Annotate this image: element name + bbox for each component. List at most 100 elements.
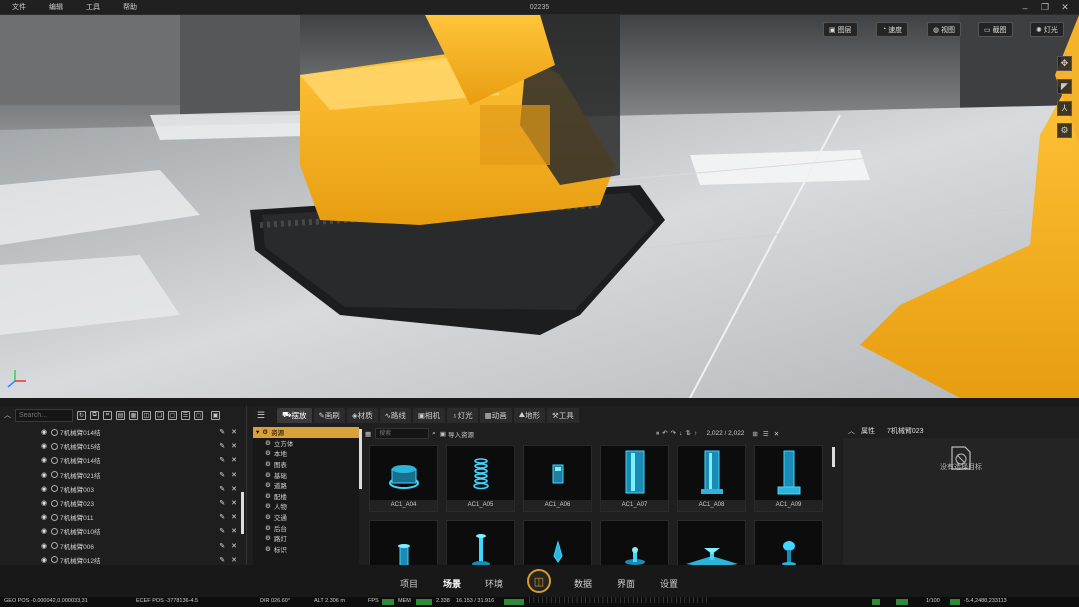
nav-environment[interactable]: 环境 (485, 577, 503, 590)
outliner-scrollbar[interactable] (241, 492, 244, 534)
3d-viewport[interactable]: ▣ 图层 ◔ 速度 ◍ 视图 ▭ 截图 ✺ 灯光 ✥ ◤ ⅄ ⚙ (0, 15, 1079, 398)
grid-view-icon[interactable]: ⊞ (752, 431, 762, 438)
view-button[interactable]: ◍ 视图 (927, 22, 962, 37)
eye-icon[interactable]: ◉ (41, 527, 49, 535)
minimize-icon[interactable]: – (1015, 0, 1035, 15)
category-item[interactable]: ⚙ 交通 (253, 512, 359, 523)
delete-icon[interactable]: ✕ (231, 442, 237, 450)
delete-icon[interactable]: ✕ (231, 513, 237, 521)
eye-icon[interactable]: ◉ (41, 485, 49, 493)
panel-icon[interactable]: ▣ (211, 410, 220, 420)
list-item[interactable]: ◉ 7机械臂014结 ✎ ✕ (0, 425, 247, 439)
image-icon[interactable]: ▦ (129, 410, 138, 420)
maximize-icon[interactable]: ❐ (1035, 0, 1055, 15)
upload-icon[interactable]: ↑ (694, 430, 700, 437)
lock-icon[interactable]: ◫ (142, 410, 151, 420)
home-logo-button[interactable]: ◫ (527, 569, 551, 593)
delete-icon[interactable]: ✕ (231, 456, 237, 464)
asset-tile[interactable]: AC1_A07 (600, 445, 669, 512)
category-item[interactable]: ⚙ 路灯 (253, 533, 359, 544)
copy-icon[interactable]: ❏ (155, 410, 164, 420)
nav-data[interactable]: 数据 (574, 577, 592, 590)
list-item[interactable]: ◉ 7机械臂003 ✎ ✕ (0, 482, 247, 496)
camera-icon[interactable]: ◤ (1057, 79, 1072, 94)
edit-icon[interactable]: ✎ (219, 485, 225, 493)
focus-icon[interactable]: ⌗ (103, 410, 112, 420)
eye-icon[interactable]: ◉ (41, 442, 49, 450)
tab-brush[interactable]: ✎ 画刷 (313, 407, 345, 423)
tab-material[interactable]: ◈ 材质 (346, 407, 378, 423)
edit-icon[interactable]: ✎ (219, 513, 225, 521)
import-button[interactable]: 导入资源 (448, 429, 474, 439)
speed-button[interactable]: ◔ 速度 (876, 22, 909, 37)
refresh-icon[interactable]: ↻ (77, 410, 86, 420)
edit-icon[interactable]: ✎ (219, 542, 225, 550)
tab-tools[interactable]: ⚒ 工具 (547, 407, 579, 423)
eye-icon[interactable]: ◉ (41, 556, 49, 564)
close-icon[interactable]: ✕ (774, 431, 784, 438)
list-item[interactable]: ◉ 7机械臂006 ✎ ✕ (0, 539, 247, 553)
settings-icon[interactable]: ⚙ (1057, 123, 1072, 138)
tab-terrain[interactable]: ⛰ 地形 (513, 407, 546, 423)
delete-icon[interactable]: ✕ (231, 542, 237, 550)
asset-tile[interactable]: AC1_A06 (523, 445, 592, 512)
eye-icon[interactable]: ◉ (41, 428, 49, 436)
asset-tile[interactable]: AC1_A05 (446, 445, 515, 512)
menu-tools[interactable]: 工具 (74, 2, 111, 12)
edit-icon[interactable]: ✎ (219, 499, 225, 507)
list-icon[interactable]: ☰ (181, 410, 190, 420)
category-item[interactable]: ⚙ 立方体 (253, 438, 359, 449)
category-item[interactable]: ⚙ 配楼 (253, 491, 359, 502)
tab-camera[interactable]: ▣ 相机 (412, 407, 445, 423)
delete-icon[interactable]: ✕ (231, 471, 237, 479)
axis-icon[interactable]: ⅄ (1057, 101, 1072, 116)
list-item[interactable]: ◉ 7机械臂023 ✎ ✕ (0, 496, 247, 510)
edit-icon[interactable]: ✎ (219, 527, 225, 535)
eye-icon[interactable]: ◉ (41, 513, 49, 521)
chevron-up-icon[interactable]: ︿ (848, 426, 855, 436)
nav-interface[interactable]: 界面 (617, 577, 635, 590)
edit-icon[interactable]: ✎ (219, 471, 225, 479)
category-item[interactable]: ▾ ⚙ 资源 (253, 427, 359, 438)
category-scrollbar[interactable] (359, 429, 362, 489)
chevron-up-icon[interactable]: ︿ (4, 410, 11, 420)
category-item[interactable]: ⚙ 标识 (253, 544, 359, 555)
sort-icon[interactable]: ⇅ (685, 430, 694, 437)
tab-animation[interactable]: ▦ 动画 (479, 407, 512, 423)
edit-icon[interactable]: ✎ (219, 428, 225, 436)
category-item[interactable]: ⚙ 基础 (253, 469, 359, 480)
asset-tile[interactable]: AC1_A04 (369, 445, 438, 512)
list-item[interactable]: ◉ 7机械臂011 ✎ ✕ (0, 510, 247, 524)
eye-icon[interactable]: ◉ (41, 542, 49, 550)
tab-light[interactable]: ♁ 灯光 (446, 407, 478, 423)
undo-icon[interactable]: ↶ (662, 430, 670, 437)
link-icon[interactable]: ⧉ (90, 410, 99, 420)
search-icon[interactable]: ⌕ (432, 430, 436, 438)
frame-icon[interactable]: ▢ (168, 410, 177, 420)
box-icon[interactable]: ◻ (194, 410, 203, 420)
asset-tile[interactable]: AC1_A09 (754, 445, 823, 512)
menu-edit[interactable]: 编辑 (37, 2, 74, 12)
import-icon[interactable]: ▣ (440, 430, 446, 438)
list-item[interactable]: ◉ 7机械臂021结 ✎ ✕ (0, 468, 247, 482)
screenshot-button[interactable]: ▭ 截图 (978, 22, 1013, 37)
layers-button[interactable]: ▣ 图层 (823, 22, 858, 37)
delete-icon[interactable]: ✕ (231, 556, 237, 564)
category-item[interactable]: ⚙ 人物 (253, 501, 359, 512)
eye-icon[interactable]: ◉ (41, 471, 49, 479)
delete-icon[interactable]: ✕ (231, 499, 237, 507)
lighting-button[interactable]: ✺ 灯光 (1030, 22, 1064, 37)
list-view-icon[interactable]: ☰ (763, 431, 774, 438)
asset-search-input[interactable] (375, 428, 430, 439)
delete-icon[interactable]: ✕ (231, 527, 237, 535)
edit-icon[interactable]: ✎ (219, 456, 225, 464)
asset-scrollbar[interactable] (832, 447, 835, 467)
move-icon[interactable]: ✥ (1057, 56, 1072, 71)
delete-icon[interactable]: ✕ (231, 485, 237, 493)
asset-tile[interactable]: AC1_A08 (677, 445, 746, 512)
delete-icon[interactable]: ✕ (231, 428, 237, 436)
folder-icon[interactable]: ▤ (116, 410, 125, 420)
nav-settings[interactable]: 设置 (660, 577, 678, 590)
category-item[interactable]: ⚙ 图表 (253, 459, 359, 470)
eye-icon[interactable]: ◉ (41, 499, 49, 507)
